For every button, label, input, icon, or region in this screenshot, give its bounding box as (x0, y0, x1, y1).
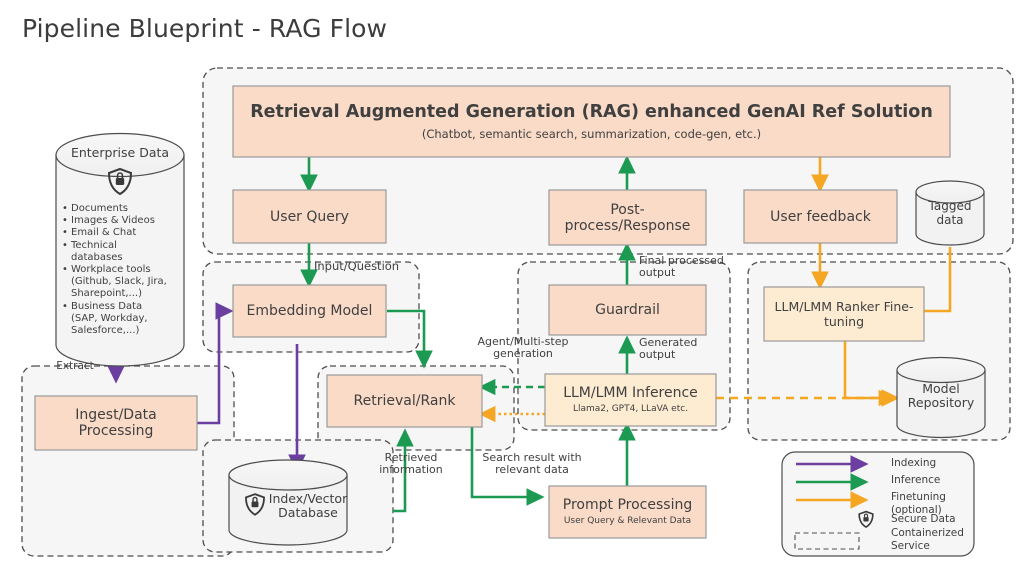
node-user-feedback[interactable] (743, 189, 898, 244)
node-post-process[interactable] (548, 189, 707, 246)
node-ranker-finetuning[interactable] (763, 286, 925, 342)
tagged-data-label: Tagged data (928, 199, 972, 227)
node-ingest-data-processing[interactable] (34, 395, 198, 451)
legend-label-containerized-service: Containerized Service (891, 527, 964, 553)
enterprise-data-bullets: • Documents • Images & Videos • Email & Cha… (62, 203, 167, 336)
edge-label-generated-output: Generated output (639, 336, 698, 362)
legend-label-secure-data: Secure Data (891, 513, 956, 525)
node-guardrail[interactable] (548, 284, 707, 336)
node-user-query[interactable] (232, 189, 387, 244)
node-llm-inference[interactable] (544, 373, 717, 427)
node-rag-solution[interactable] (232, 85, 951, 158)
legend-dashed-box (794, 532, 860, 550)
edge-label-agent-multistep: Agent/Multi-step generation (477, 335, 569, 361)
node-prompt-processing[interactable] (548, 485, 707, 539)
legend-label-inference: Inference (891, 474, 941, 486)
node-retrieval-rank[interactable] (326, 374, 483, 428)
index-vector-db-label: Index/Vector Database (268, 491, 348, 521)
edge-label-retrieved-information: Retrieved information (379, 451, 443, 477)
node-embedding-model[interactable] (232, 284, 387, 338)
container-ingest (21, 365, 235, 557)
diagram-canvas: Pipeline Blueprint - RAG Flow Enterprise… (0, 0, 1024, 576)
enterprise-data-label: Enterprise Data (70, 145, 170, 160)
edge-label-extract: Extract (56, 360, 94, 372)
edge-label-search-result: Search result with relevant data (482, 451, 582, 477)
legend-label-indexing: Indexing (891, 457, 937, 469)
edge-label-final-processed-output: Final processed output (639, 254, 724, 280)
model-repository-label: Model Repository (907, 381, 975, 411)
edge-label-input-question: Input/Question (314, 259, 400, 273)
